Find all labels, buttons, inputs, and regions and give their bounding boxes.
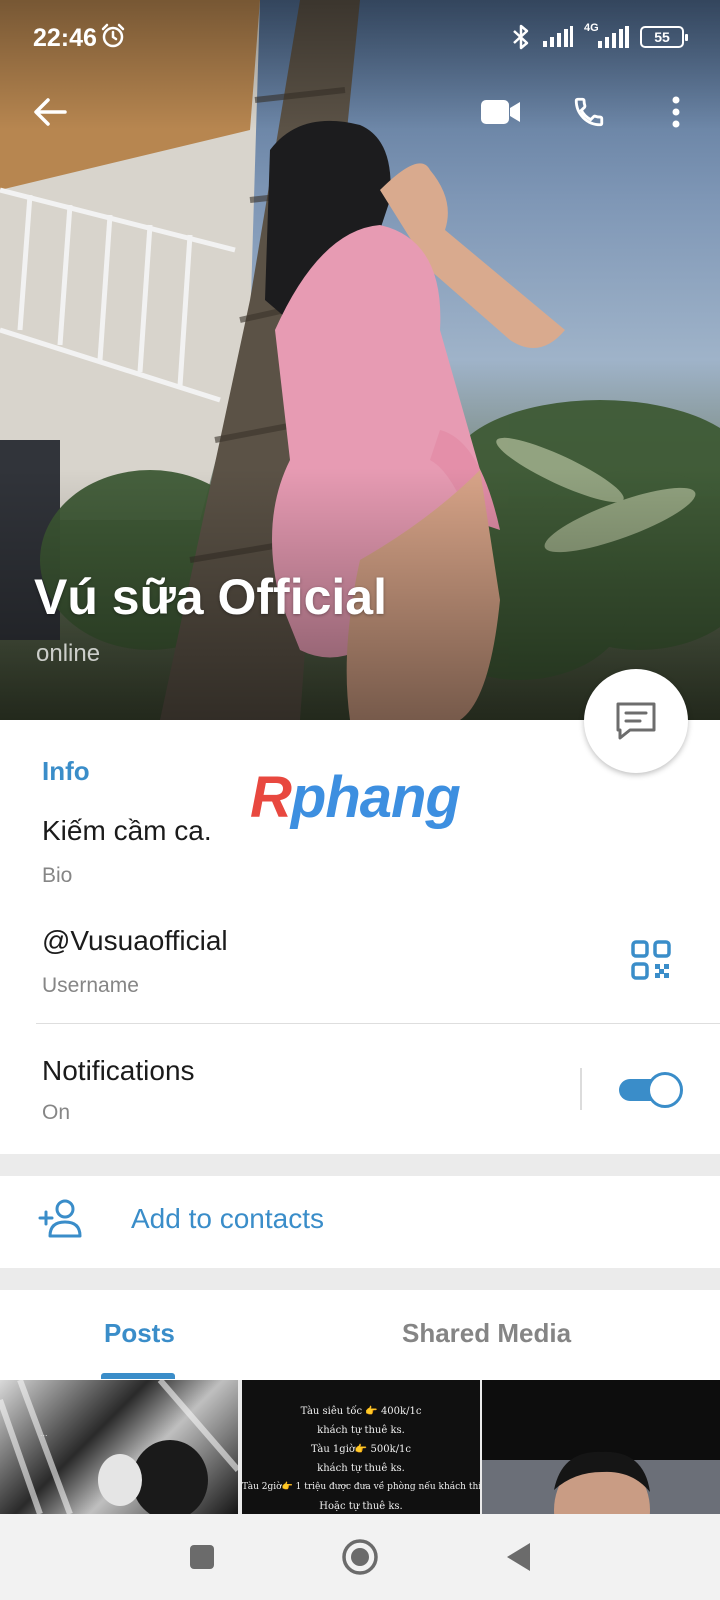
tab-posts[interactable]: Posts [104, 1318, 175, 1349]
alarm-icon [101, 23, 125, 48]
bio-value[interactable]: Kiếm cầm ca. [42, 815, 212, 847]
phone-icon [574, 97, 604, 127]
profile-status: online [36, 640, 101, 667]
video-call-icon [481, 100, 520, 124]
battery-icon: 55 [640, 26, 688, 48]
media-thumbnail[interactable]: Tàu siêu tốc 👉 400k/1c khách tự thuê ks.… [242, 1380, 480, 1514]
notifications-state: On [42, 1101, 71, 1124]
battery-level: 55 [654, 29, 670, 45]
bluetooth-icon [513, 24, 529, 50]
profile-name: Vú sữa Official [34, 569, 387, 625]
signal-icon [543, 26, 573, 47]
qr-code-icon[interactable] [631, 940, 671, 980]
home-circle-icon [342, 1539, 378, 1575]
add-to-contacts-label[interactable]: Add to contacts [131, 1203, 324, 1235]
status-bar: 22:46 4G 55 [0, 0, 720, 76]
recents-square-icon [190, 1545, 214, 1569]
notifications-separator [580, 1068, 582, 1110]
media-thumbnail[interactable]: ... [0, 1380, 238, 1514]
home-button[interactable] [338, 1535, 382, 1579]
status-time: 22:46 [33, 24, 97, 52]
tab-shared-media[interactable]: Shared Media [402, 1318, 571, 1349]
toggle-knob [647, 1072, 683, 1108]
thumbnail-text: Tàu siêu tốc 👉 400k/1c khách tự thuê ks.… [242, 1406, 480, 1512]
notifications-label[interactable]: Notifications [42, 1055, 195, 1087]
back-arrow-icon [34, 98, 67, 126]
back-nav-button[interactable] [496, 1535, 540, 1579]
add-to-contacts-row[interactable] [0, 1176, 720, 1268]
status-icons: 4G 55 [510, 22, 688, 50]
thumbnail-image [0, 1380, 238, 1514]
media-thumbnail[interactable] [482, 1380, 720, 1514]
add-user-icon [38, 1199, 82, 1238]
watermark-logo: Rphang [250, 765, 461, 830]
send-message-button[interactable] [584, 669, 688, 773]
thumbnail-caption: ... [40, 1428, 48, 1438]
username-value[interactable]: @Vusuaofficial [42, 925, 228, 957]
more-vertical-icon [672, 96, 680, 128]
username-label: Username [42, 974, 139, 997]
thumbnail-image [482, 1451, 720, 1514]
info-divider [36, 1023, 720, 1024]
notifications-toggle[interactable] [619, 1071, 683, 1108]
back-button[interactable] [26, 88, 74, 136]
recents-button[interactable] [180, 1535, 224, 1579]
bio-label: Bio [42, 864, 73, 887]
info-section-title: Info [42, 756, 90, 786]
active-tab-indicator [101, 1373, 175, 1379]
message-icon [616, 702, 656, 740]
call-button[interactable] [565, 88, 613, 136]
video-call-button[interactable] [477, 88, 525, 136]
signal-4g-icon: 4G [584, 22, 630, 50]
more-options-button[interactable] [652, 88, 700, 136]
back-triangle-icon [507, 1543, 530, 1571]
